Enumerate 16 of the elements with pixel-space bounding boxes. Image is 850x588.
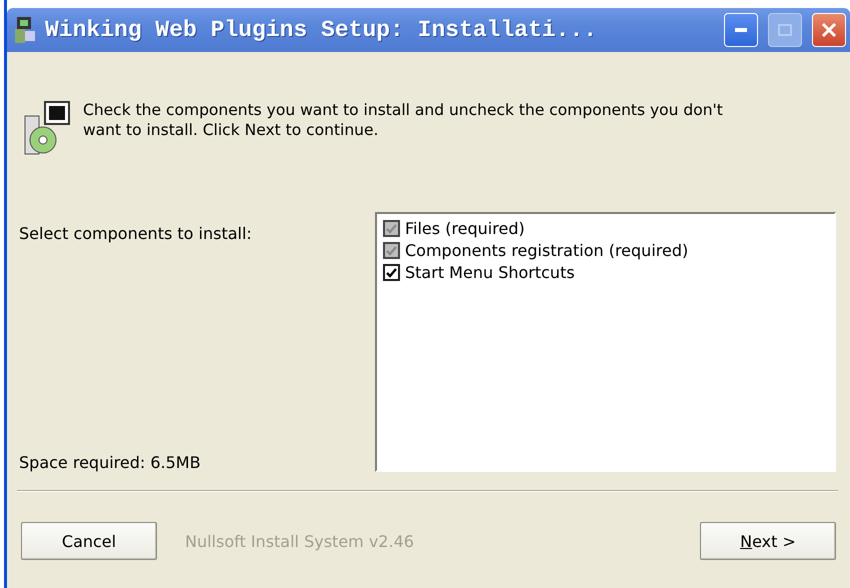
component-label: Components registration (required) bbox=[405, 241, 688, 260]
cancel-button[interactable]: Cancel bbox=[21, 522, 157, 560]
instructions-text: Check the components you want to install and uncheck the components you don't want to install. Click Next to continue. bbox=[83, 100, 724, 141]
branding-text: Nullsoft Install System v2.46 bbox=[185, 532, 415, 550]
minimize-button[interactable] bbox=[724, 13, 758, 47]
space-required-label: Space required: 6.5MB bbox=[19, 453, 202, 472]
close-button[interactable] bbox=[812, 13, 846, 47]
maximize-icon bbox=[778, 24, 792, 36]
close-icon bbox=[820, 21, 838, 39]
minimize-icon bbox=[735, 28, 747, 32]
component-label: Start Menu Shortcuts bbox=[405, 263, 575, 282]
window-title: Winking Web Plugins Setup: Installati... bbox=[45, 17, 598, 43]
component-label: Files (required) bbox=[405, 219, 525, 238]
next-button[interactable]: Next > bbox=[700, 522, 836, 560]
checkbox[interactable] bbox=[383, 264, 400, 281]
select-components-label: Select components to install: bbox=[19, 224, 253, 243]
